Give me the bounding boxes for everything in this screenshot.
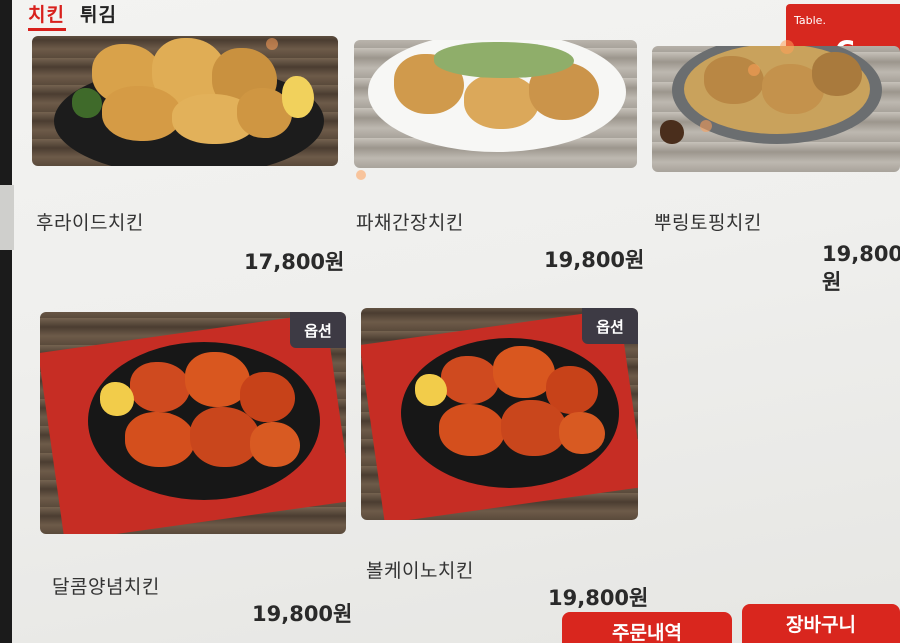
menu-item-name[interactable]: 뿌링토핑치킨 — [654, 208, 762, 235]
screen-glare — [356, 170, 366, 180]
menu-item-price: 19,800원 — [544, 248, 645, 272]
tab-chicken[interactable]: 치킨 — [28, 0, 65, 27]
chicken-piece — [125, 412, 195, 467]
chicken-piece — [102, 86, 182, 141]
menu-item-image-fried[interactable] — [32, 36, 338, 166]
chicken-piece — [501, 400, 567, 456]
table-label: Table. — [794, 14, 826, 27]
menu-item-name[interactable]: 볼케이노치킨 — [366, 556, 474, 583]
menu-item-name[interactable]: 파채간장치킨 — [356, 208, 464, 235]
menu-item-price: 19,800원 — [548, 586, 649, 610]
menu-item-price: 19,800원 — [252, 602, 353, 626]
option-badge: 옵션 — [290, 312, 346, 348]
chicken-piece — [439, 404, 505, 456]
menu-item-image-pachae[interactable] — [354, 40, 637, 168]
lemon-slice — [282, 76, 314, 118]
device-bezel — [0, 0, 12, 643]
menu-item-name[interactable]: 후라이드치킨 — [36, 208, 144, 235]
cart-button[interactable]: 장바구니 — [742, 604, 900, 643]
kiosk-screen: 치킨 튀김 Table. 6 후라이드치킨 17,800원 파채간장치킨 19,… — [0, 0, 900, 643]
menu-item-name[interactable]: 달콤양념치킨 — [52, 572, 160, 599]
device-bezel-gap — [0, 185, 14, 250]
chicken-piece — [464, 74, 539, 129]
garnish — [72, 88, 102, 118]
chicken-piece — [250, 422, 300, 467]
tab-fried[interactable]: 튀김 — [80, 0, 117, 27]
menu-item-image-bburing[interactable] — [652, 46, 900, 172]
star-anise-garnish — [660, 120, 684, 144]
chicken-piece — [130, 362, 190, 412]
chicken-piece — [441, 356, 499, 404]
option-badge: 옵션 — [582, 308, 638, 344]
menu-item-price: 17,800원 — [244, 250, 345, 274]
screen-glare — [266, 38, 278, 50]
screen-glare — [780, 40, 794, 54]
lemon-slice — [100, 382, 134, 416]
order-history-button[interactable]: 주문내역 — [562, 612, 732, 643]
chicken-piece — [559, 412, 605, 454]
screen-glare — [700, 120, 712, 132]
active-tab-indicator — [28, 28, 66, 31]
menu-item-price: 19,800원 — [822, 242, 900, 294]
menu-item-image-yangnyeom[interactable]: 옵션 — [40, 312, 346, 534]
chicken-piece — [812, 52, 862, 96]
menu-item-image-volcano[interactable]: 옵션 — [361, 308, 638, 520]
lemon-slice — [415, 374, 447, 406]
screen-glare — [748, 64, 760, 76]
green-onion-topping — [434, 42, 574, 78]
